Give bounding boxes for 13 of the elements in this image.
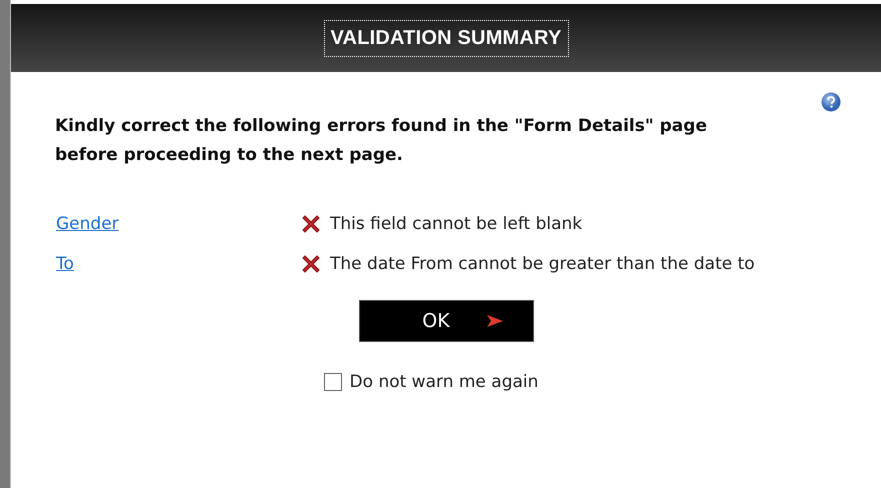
error-icon — [300, 213, 322, 235]
help-icon[interactable] — [821, 92, 841, 112]
error-text: The date From cannot be greater than the date to — [330, 254, 755, 274]
field-link[interactable]: Gender — [56, 214, 300, 234]
checkbox-label: Do not warn me again — [350, 372, 538, 392]
error-text: This field cannot be left blank — [330, 214, 582, 234]
error-icon — [300, 253, 322, 275]
checkbox[interactable] — [324, 373, 342, 391]
dialog-title: VALIDATION SUMMARY — [324, 20, 568, 56]
error-message: Kindly correct the following errors found in the "Form Details" page before proceeding to the next page. — [55, 115, 708, 167]
arrow-icon — [486, 314, 504, 328]
ok-button[interactable]: OK — [358, 300, 534, 342]
field-link[interactable]: To — [56, 254, 300, 274]
